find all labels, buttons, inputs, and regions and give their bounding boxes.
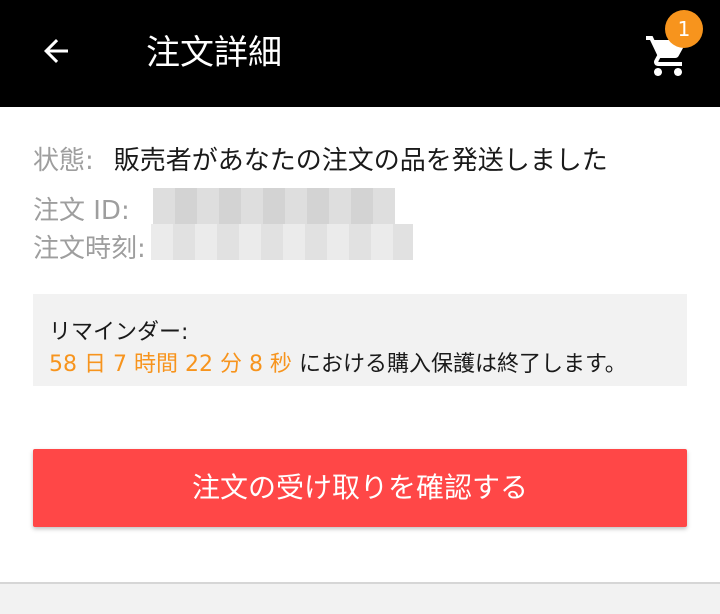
bottom-divider <box>0 582 720 614</box>
status-value: 販売者があなたの注文の品を発送しました <box>113 146 608 176</box>
order-time-row: 注文時刻: <box>33 228 146 265</box>
back-button[interactable] <box>28 25 84 81</box>
reminder-box: リマインダー: 58 日 7 時間 22 分 8 秒 における購入保護は終了しま… <box>33 294 687 386</box>
order-id-row: 注文 ID: <box>33 190 130 227</box>
redacted-order-id <box>153 188 395 224</box>
page-title: 注文詳細 <box>146 33 282 73</box>
status-label: 状態: <box>33 146 94 176</box>
order-time-label: 注文時刻: <box>33 234 146 264</box>
order-id-label: 注文 ID: <box>33 196 130 226</box>
cart-button[interactable]: 1 <box>640 10 704 86</box>
arrow-left-icon <box>38 33 74 73</box>
reminder-suffix: における購入保護は終了します。 <box>298 352 627 377</box>
cart-count-badge: 1 <box>665 10 703 48</box>
reminder-message: 58 日 7 時間 22 分 8 秒 における購入保護は終了します。 <box>49 346 627 378</box>
reminder-title: リマインダー: <box>49 320 189 345</box>
redacted-order-time <box>151 224 413 260</box>
top-app-bar: 注文詳細 1 <box>0 0 720 107</box>
confirm-receipt-button[interactable]: 注文の受け取りを確認する <box>33 449 687 527</box>
status-row: 状態: 販売者があなたの注文の品を発送しました <box>33 140 608 177</box>
protection-countdown: 58 日 7 時間 22 分 8 秒 <box>49 352 292 377</box>
